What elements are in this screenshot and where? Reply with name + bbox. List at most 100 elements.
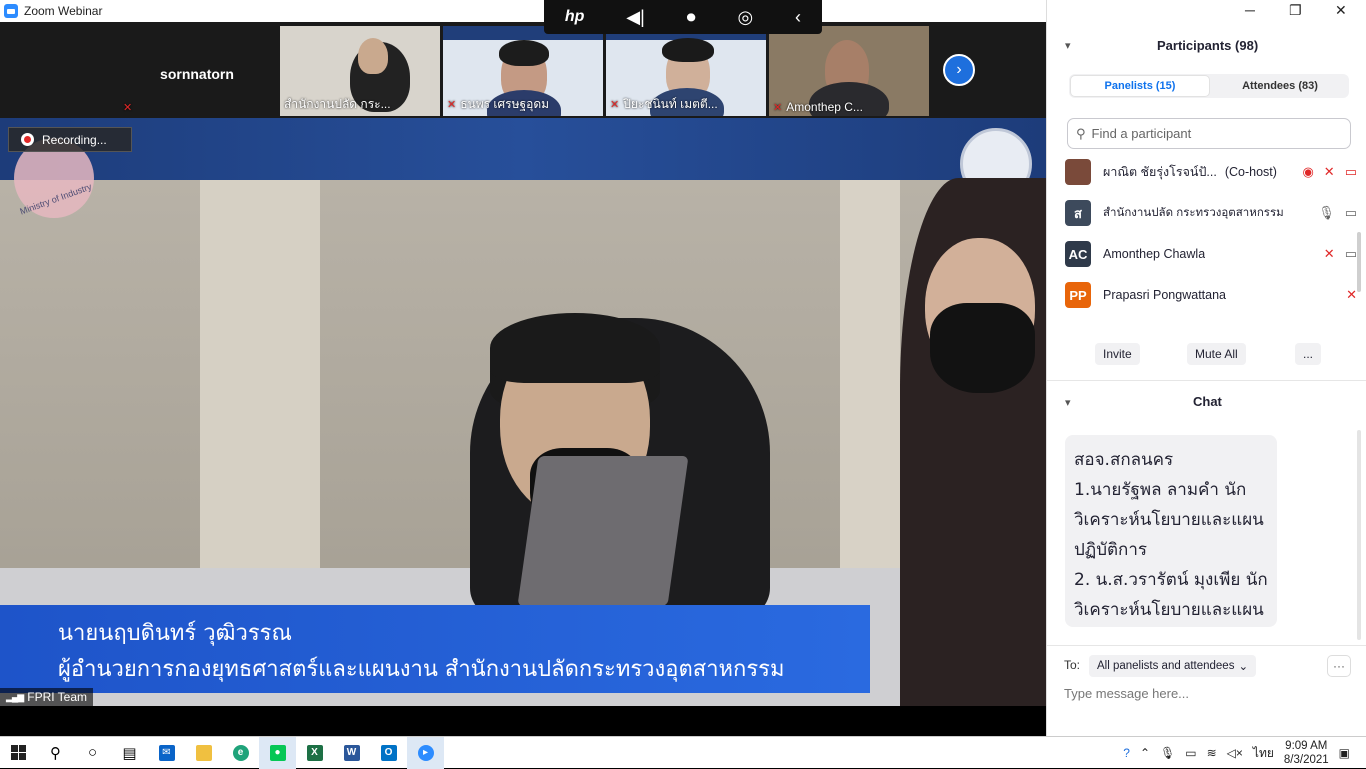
speaker-title-caption: ผู้อำนวยการกองยุทธศาสตร์และแผนงาน สำนักง… bbox=[58, 657, 785, 682]
wifi-icon[interactable]: ≋ bbox=[1207, 746, 1217, 760]
edge-browser-icon[interactable]: e bbox=[222, 737, 259, 769]
chat-message-line: สอจ.สกลนคร bbox=[1074, 450, 1174, 470]
mute-all-button[interactable]: Mute All bbox=[1187, 343, 1246, 365]
thumbnail-name: sornnatorn bbox=[160, 66, 234, 82]
windows-taskbar: ⚲ ○ ▤ ✉ e ● X W O ▸ ? ⌃ 🎙 ▭ ≋ ◁× ไทย 9:0… bbox=[0, 736, 1366, 769]
thumbnail-video[interactable]: ✕ ธนพร เศรษฐอุดม bbox=[443, 26, 603, 116]
avatar: AC bbox=[1065, 241, 1091, 267]
restore-icon[interactable]: ❐ bbox=[1289, 2, 1302, 19]
thumbnail-name: ธนพร เศรษฐอุดม bbox=[460, 97, 550, 111]
collapse-participants-icon[interactable]: ▾ bbox=[1065, 39, 1071, 52]
muted-mic-icon[interactable]: ✕ bbox=[1346, 287, 1357, 303]
video-camera-icon[interactable]: ▭ bbox=[1345, 246, 1357, 262]
muted-mic-icon: ✕ bbox=[123, 102, 133, 114]
tab-panelists[interactable]: Panelists (15) bbox=[1070, 75, 1210, 97]
speaker-volume-icon[interactable]: ◀| bbox=[626, 7, 645, 28]
participants-scrollbar[interactable] bbox=[1357, 232, 1361, 292]
muted-mic-icon[interactable]: ✕ bbox=[1324, 164, 1335, 180]
clock-time: 9:09 AM bbox=[1285, 740, 1328, 752]
language-indicator[interactable]: ไทย bbox=[1253, 744, 1274, 763]
thumbnail-name: Amonthep C... bbox=[786, 100, 863, 114]
avatar: ส bbox=[1065, 200, 1091, 226]
notification-icon[interactable]: ▣ bbox=[1339, 746, 1350, 760]
chat-scrollbar[interactable] bbox=[1357, 430, 1361, 640]
participant-row[interactable]: PP Prapasri Pongwattana ✕ bbox=[1065, 281, 1357, 309]
chat-message: สอจ.สกลนคร 1.นายรัฐพล ลามคำ นัก วิเคราะห… bbox=[1065, 435, 1277, 627]
avatar: PP bbox=[1065, 282, 1091, 308]
active-speaker-label: ▂▄▆ FPRI Team bbox=[0, 688, 94, 706]
side-panel: ─ ❐ ✕ ▾ Participants (98) Panelists (15)… bbox=[1046, 0, 1366, 736]
recording-dot-icon: ◉ bbox=[1302, 164, 1314, 179]
word-icon[interactable]: W bbox=[333, 737, 370, 769]
thumbnail-video[interactable]: ✕ Amonthep C... bbox=[769, 26, 929, 116]
chevron-up-icon[interactable]: ⌃ bbox=[1140, 746, 1150, 760]
chat-message-line: 1.นายรัฐพล ลามคำ นัก bbox=[1074, 480, 1247, 500]
mail-icon[interactable]: ✉ bbox=[148, 737, 185, 769]
thumbnail-video[interactable]: ✕ ปิยะชนินท์ เมตตี... bbox=[606, 26, 766, 116]
task-view-icon[interactable]: ▤ bbox=[111, 737, 148, 769]
thumbnail-video[interactable]: sornnatorn ✕ bbox=[117, 26, 277, 116]
zoom-taskbar-icon[interactable]: ▸ bbox=[407, 736, 444, 769]
microphone-icon[interactable]: ⏺ bbox=[687, 7, 696, 28]
excel-icon[interactable]: X bbox=[296, 737, 333, 769]
collapse-arrow-icon[interactable]: ‹ bbox=[795, 7, 801, 28]
zoom-app-icon bbox=[4, 4, 18, 18]
chat-more-button[interactable]: ··· bbox=[1327, 655, 1351, 677]
muted-mic-icon: ✕ bbox=[610, 99, 620, 111]
chat-message-line: วิเคราะห์นโยบายและแผน bbox=[1074, 600, 1264, 620]
help-icon[interactable]: ? bbox=[1123, 746, 1130, 760]
chat-title: Chat bbox=[1193, 394, 1222, 409]
outlook-icon[interactable]: O bbox=[370, 737, 407, 769]
system-tray: ? ⌃ 🎙 ▭ ≋ ◁× ไทย 9:09 AM 8/3/2021 ▣ bbox=[1123, 737, 1366, 769]
speaker-name-caption: นายนฤบดินทร์ วุฒิวรรณ bbox=[58, 621, 292, 646]
main-speaker-video: Ministry of Industry นายนฤบดินทร์ วุฒิวร… bbox=[0, 118, 1046, 706]
recording-indicator[interactable]: Recording... bbox=[8, 127, 132, 152]
participant-row[interactable]: AC Amonthep Chawla ✕ ▭ bbox=[1065, 240, 1357, 268]
floating-control-bar: hp ◀| ⏺ ◎ ‹ bbox=[544, 0, 822, 34]
volume-muted-icon[interactable]: ◁× bbox=[1227, 746, 1243, 760]
video-thumbnail-strip: sornnatorn ✕ สำนักงานปลัด กระ... ✕ ธนพร เ… bbox=[0, 22, 1046, 118]
broadcast-icon[interactable]: ◎ bbox=[737, 7, 753, 28]
video-off-icon[interactable]: ▭ bbox=[1345, 164, 1357, 180]
minimize-icon[interactable]: ─ bbox=[1245, 2, 1255, 18]
next-page-arrow-icon[interactable]: › bbox=[943, 54, 975, 86]
record-icon bbox=[21, 133, 34, 146]
clock-date: 8/3/2021 bbox=[1283, 754, 1329, 766]
search-icon[interactable]: ⚲ bbox=[37, 737, 74, 769]
muted-mic-icon[interactable]: ✕ bbox=[1324, 246, 1335, 262]
participant-row[interactable]: ส สำนักงานปลัด กระทรวงอุตสาหกรรม 🎙 ▭ bbox=[1065, 199, 1357, 227]
thumbnail-name: ปิยะชนินท์ เมตตี... bbox=[623, 97, 718, 111]
thumbnail-name: สำนักงานปลัด กระ... bbox=[284, 97, 391, 111]
video-bottom-bar bbox=[0, 706, 1046, 736]
chevron-down-icon: ⌄ bbox=[1238, 661, 1249, 673]
chat-message-line: 2. น.ส.วรารัตน์ มุงเพีย นัก bbox=[1074, 570, 1268, 590]
tab-attendees[interactable]: Attendees (83) bbox=[1211, 74, 1349, 98]
invite-button[interactable]: Invite bbox=[1095, 343, 1140, 365]
hp-logo: hp bbox=[564, 8, 585, 25]
participant-row[interactable]: ผาณิต ชัยรุ่งโรจน์ปั... (Co-host) ◉ ✕ ▭ bbox=[1065, 158, 1357, 186]
close-icon[interactable]: ✕ bbox=[1335, 2, 1347, 19]
participant-search-input[interactable]: ⚲ Find a participant bbox=[1067, 118, 1351, 149]
line-app-icon[interactable]: ● bbox=[259, 736, 296, 769]
windows-start-icon[interactable] bbox=[0, 737, 37, 769]
cortana-icon[interactable]: ○ bbox=[74, 737, 111, 769]
microphone-icon[interactable]: 🎙 bbox=[1160, 746, 1175, 760]
signal-bars-icon: ▂▄▆ bbox=[6, 691, 24, 702]
collapse-chat-icon[interactable]: ▾ bbox=[1065, 396, 1071, 409]
recipient-dropdown[interactable]: All panelists and attendees ⌄ bbox=[1089, 655, 1257, 677]
microphone-icon[interactable]: 🎙 bbox=[1318, 205, 1335, 221]
battery-icon[interactable]: ▭ bbox=[1185, 746, 1196, 760]
chat-message-input[interactable]: Type message here... bbox=[1064, 686, 1189, 701]
avatar bbox=[1065, 159, 1091, 185]
chat-message-line: ปฏิบัติการ bbox=[1074, 540, 1148, 560]
chat-message-line: วิเคราะห์นโยบายและแผน bbox=[1074, 510, 1264, 530]
system-clock[interactable]: 9:09 AM 8/3/2021 bbox=[1284, 739, 1329, 767]
muted-mic-icon: ✕ bbox=[447, 99, 457, 111]
participants-title: Participants (98) bbox=[1157, 38, 1259, 53]
thumbnail-video[interactable]: สำนักงานปลัด กระ... bbox=[280, 26, 440, 116]
more-options-button[interactable]: ... bbox=[1295, 343, 1322, 365]
participant-tabs: Panelists (15) Attendees (83) bbox=[1069, 74, 1349, 98]
window-titlebar: Zoom Webinar bbox=[0, 0, 1046, 22]
video-camera-icon[interactable]: ▭ bbox=[1345, 205, 1357, 221]
file-explorer-icon[interactable] bbox=[185, 737, 222, 769]
